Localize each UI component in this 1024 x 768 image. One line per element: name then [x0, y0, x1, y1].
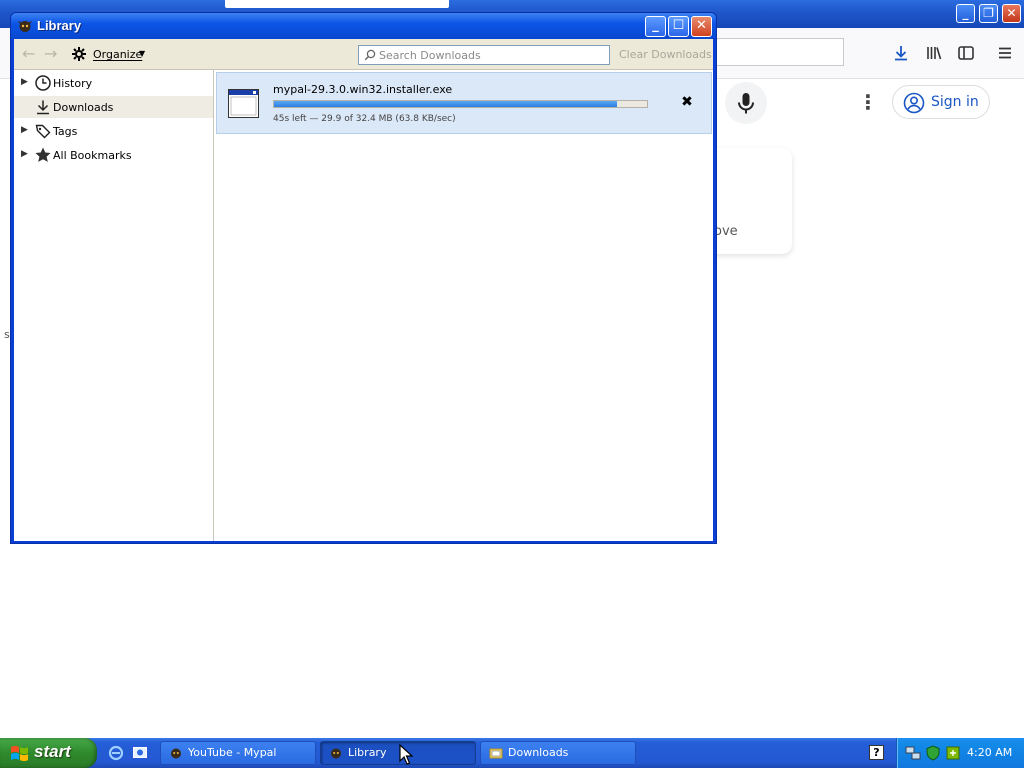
library-toolbar: ← → Organize ▼ Clear Downloads	[14, 39, 713, 70]
clock-icon	[35, 75, 51, 91]
download-item[interactable]: mypal-29.3.0.win32.installer.exe 45s lef…	[216, 72, 712, 134]
page-card-text: ove	[714, 224, 738, 239]
internet-explorer-icon[interactable]	[108, 745, 124, 761]
maximize-button[interactable]: ☐	[668, 16, 689, 37]
expand-arrow-icon[interactable]: ▶	[21, 125, 28, 135]
browser-download-icon[interactable]	[892, 44, 910, 62]
search-icon	[364, 49, 376, 61]
forward-arrow-icon[interactable]: →	[44, 46, 60, 62]
folder-icon	[489, 748, 503, 759]
task-library[interactable]: Library	[320, 741, 476, 765]
sidebar-item-label: Tags	[53, 125, 78, 138]
sidebar-toggle-icon[interactable]	[957, 44, 975, 62]
dropdown-arrow-icon: ▼	[139, 49, 146, 58]
sidebar-item-label: History	[53, 77, 93, 90]
gear-icon	[72, 47, 86, 61]
security-shield-icon[interactable]	[925, 745, 941, 761]
task-label: YouTube - Mypal	[188, 746, 277, 759]
microphone-icon	[738, 93, 754, 114]
library-window: Library _ ☐ ✕ ← → Organize ▼ Clear Downl…	[10, 12, 717, 544]
hamburger-menu-icon[interactable]	[996, 44, 1014, 62]
download-icon	[37, 100, 49, 115]
library-titlebar[interactable]: Library _ ☐ ✕	[11, 13, 716, 39]
browser-minimize-button[interactable]: _	[956, 4, 975, 23]
voice-search-button[interactable]	[725, 82, 767, 124]
browser-restore-button[interactable]: ❐	[979, 4, 998, 23]
help-icon[interactable]: ?	[869, 745, 884, 760]
mouse-cursor-icon	[399, 744, 413, 765]
organize-label: Organize	[93, 48, 143, 61]
sidebar-item-label: Downloads	[53, 101, 114, 114]
tag-icon	[35, 124, 51, 139]
volume-icon[interactable]	[945, 745, 961, 761]
expand-arrow-icon[interactable]: ▶	[21, 77, 28, 87]
taskbar-clock: 4:20 AM	[967, 746, 1013, 759]
sidebar-item-all-bookmarks[interactable]: ▶ All Bookmarks	[14, 144, 213, 166]
search-downloads-input[interactable]	[379, 47, 605, 63]
more-options-icon[interactable]: ⋮	[858, 90, 878, 114]
task-label: Library	[348, 746, 387, 759]
library-icon[interactable]	[925, 44, 943, 62]
windows-logo-icon	[11, 745, 28, 762]
sidebar-item-downloads[interactable]: Downloads	[14, 96, 213, 118]
mypal-app-icon	[171, 748, 181, 759]
library-body: ← → Organize ▼ Clear Downloads ▶ History	[14, 39, 713, 541]
cancel-download-icon[interactable]: ✖	[679, 94, 695, 110]
start-button[interactable]: start	[0, 738, 97, 768]
star-icon	[35, 147, 51, 162]
sign-in-label: Sign in	[931, 94, 979, 110]
download-progress-fill	[274, 101, 618, 107]
executable-file-icon	[228, 89, 259, 118]
sidebar-item-label: All Bookmarks	[53, 149, 132, 162]
download-progress-bar	[273, 100, 648, 108]
sign-in-button[interactable]: Sign in	[892, 85, 990, 119]
close-button[interactable]: ✕	[691, 16, 712, 37]
library-title: Library	[37, 18, 82, 33]
download-filename: mypal-29.3.0.win32.installer.exe	[273, 83, 453, 96]
browser-close-button[interactable]: ✕	[1002, 4, 1021, 23]
account-icon	[903, 92, 925, 114]
mypal-app-icon	[331, 748, 341, 759]
stray-text: s	[4, 328, 10, 341]
expand-arrow-icon[interactable]: ▶	[21, 149, 28, 159]
library-sidebar: ▶ History Downloads ▶ Tags ▶ All Bookmar…	[14, 70, 214, 541]
browser-url-bar[interactable]	[700, 38, 844, 66]
task-label: Downloads	[508, 746, 569, 759]
sidebar-item-tags[interactable]: ▶ Tags	[14, 120, 213, 142]
task-youtube-mypal[interactable]: YouTube - Mypal	[160, 741, 316, 765]
back-arrow-icon[interactable]: ←	[22, 46, 38, 62]
start-label: start	[34, 742, 71, 761]
task-downloads[interactable]: Downloads	[480, 741, 636, 765]
clear-downloads-button[interactable]: Clear Downloads	[619, 48, 712, 61]
downloads-list: mypal-29.3.0.win32.installer.exe 45s lef…	[214, 70, 713, 541]
mypal-app-icon	[18, 21, 32, 32]
minimize-button[interactable]: _	[645, 16, 666, 37]
search-downloads-box[interactable]	[358, 45, 610, 65]
network-icon[interactable]	[905, 745, 921, 761]
browser-tab[interactable]	[225, 0, 449, 8]
sidebar-item-history[interactable]: ▶ History	[14, 72, 213, 94]
download-status: 45s left — 29.9 of 32.4 MB (63.8 KB/sec)	[273, 114, 456, 124]
show-desktop-icon[interactable]	[132, 745, 148, 761]
